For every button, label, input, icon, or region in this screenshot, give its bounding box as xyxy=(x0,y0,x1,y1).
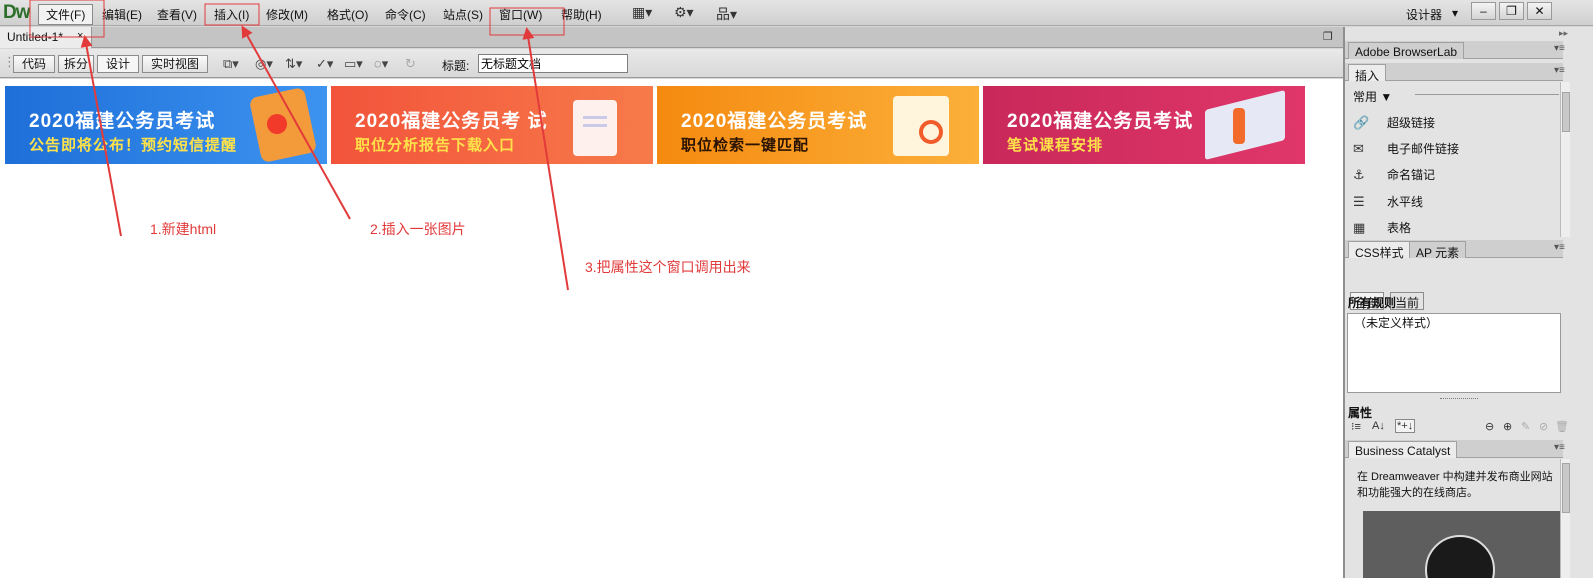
resize-grip-icon[interactable] xyxy=(1440,398,1478,400)
insert-item-table[interactable]: ▦ 表格 xyxy=(1353,219,1411,239)
all-rules-label: 所有规则 xyxy=(1348,296,1397,310)
insert-item-label: 电子邮件链接 xyxy=(1387,142,1460,156)
annotation-1: 1.新建html xyxy=(150,221,217,237)
css-rule-item[interactable]: （未定义样式） xyxy=(1354,316,1438,330)
insert-category-label: 常用 xyxy=(1353,90,1378,104)
right-panel-group: ▸▸ Adobe BrowserLab ▾≡ 插入 ▾≡ 常用 ▼ 🔗 超级链接 … xyxy=(1343,27,1593,578)
browserlab-tab[interactable]: Adobe BrowserLab xyxy=(1348,42,1465,59)
business-catalyst-panel-header: Business Catalyst ▾≡ xyxy=(1345,440,1565,458)
business-catalyst-text-2: 和功能强大的在线商店。 xyxy=(1357,487,1478,499)
business-catalyst-scrollbar[interactable] xyxy=(1560,459,1570,578)
properties-label: 属性 xyxy=(1348,406,1373,420)
alpha-view-icon[interactable]: A↓ xyxy=(1372,420,1385,432)
insert-scrollbar[interactable] xyxy=(1560,82,1570,237)
email-link-icon: ✉ xyxy=(1353,141,1364,156)
annotation-3: 3.把属性这个窗口调用出来 xyxy=(585,259,751,275)
scrollbar-thumb[interactable] xyxy=(1562,92,1570,132)
play-icon xyxy=(1425,535,1495,578)
panel-menu-icon[interactable]: ▾≡ xyxy=(1554,242,1565,253)
panel-menu-icon[interactable]: ▾≡ xyxy=(1554,65,1565,76)
edit-rule-icon[interactable]: ✎ xyxy=(1521,420,1530,433)
ap-elements-tab[interactable]: AP 元素 xyxy=(1409,241,1467,260)
panel-menu-icon[interactable]: ▾≡ xyxy=(1554,442,1565,453)
insert-item-label: 超级链接 xyxy=(1387,116,1436,130)
video-thumbnail[interactable] xyxy=(1363,511,1561,578)
new-rule-icon[interactable]: ⊕ xyxy=(1503,420,1512,433)
css-panel-header: CSS样式 AP 元素 ▾≡ xyxy=(1345,240,1565,260)
highlight-file-menu xyxy=(29,0,105,38)
anchor-icon: ⚓ xyxy=(1353,167,1365,182)
business-catalyst-text-1: 在 Dreamweaver 中构建并发布商业网站 xyxy=(1357,471,1553,483)
panel-menu-icon[interactable]: ▾≡ xyxy=(1554,43,1565,54)
insert-item-label: 水平线 xyxy=(1387,195,1424,209)
browserlab-panel-header: Adobe BrowserLab ▾≡ xyxy=(1345,41,1565,59)
insert-category-select[interactable]: 常用 ▼ xyxy=(1353,88,1392,105)
insert-item-label: 表格 xyxy=(1387,221,1412,235)
arrow-3 xyxy=(522,27,569,291)
business-catalyst-tab[interactable]: Business Catalyst xyxy=(1348,441,1458,458)
chevron-down-icon: ▼ xyxy=(1380,90,1393,104)
insert-item-horizontal-rule[interactable]: ☰ 水平线 xyxy=(1353,193,1423,213)
insert-item-hyperlink[interactable]: 🔗 超级链接 xyxy=(1353,114,1435,134)
divider xyxy=(1415,94,1559,95)
hyperlink-icon: 🔗 xyxy=(1353,115,1370,130)
set-properties-view-icon[interactable]: *+↓ xyxy=(1395,419,1416,433)
annotation-2: 2.插入一张图片 xyxy=(370,221,466,237)
css-rules-list[interactable]: （未定义样式） xyxy=(1347,313,1561,393)
insert-item-email-link[interactable]: ✉ 电子邮件链接 xyxy=(1353,140,1459,160)
horizontal-rule-icon: ☰ xyxy=(1353,194,1365,209)
insert-tab[interactable]: 插入 xyxy=(1348,64,1387,83)
disable-rule-icon[interactable]: ⊘ xyxy=(1539,420,1548,433)
highlight-insert-menu xyxy=(204,3,260,26)
category-view-icon[interactable]: ⁝≡ xyxy=(1351,420,1361,433)
scrollbar-thumb[interactable] xyxy=(1562,463,1570,513)
css-styles-tab[interactable]: CSS样式 xyxy=(1348,241,1411,260)
arrow-1 xyxy=(80,35,122,237)
insert-item-label: 命名锚记 xyxy=(1387,168,1436,182)
delete-rule-icon[interactable]: 🗑 xyxy=(1555,420,1569,433)
insert-item-named-anchor[interactable]: ⚓ 命名锚记 xyxy=(1353,166,1435,186)
arrow-2 xyxy=(241,25,351,220)
table-icon: ▦ xyxy=(1353,220,1366,235)
insert-panel-header: 插入 ▾≡ xyxy=(1345,63,1565,83)
collapse-icon[interactable]: ▸▸ xyxy=(1559,28,1568,39)
attach-stylesheet-icon[interactable]: ⊖ xyxy=(1485,420,1494,433)
